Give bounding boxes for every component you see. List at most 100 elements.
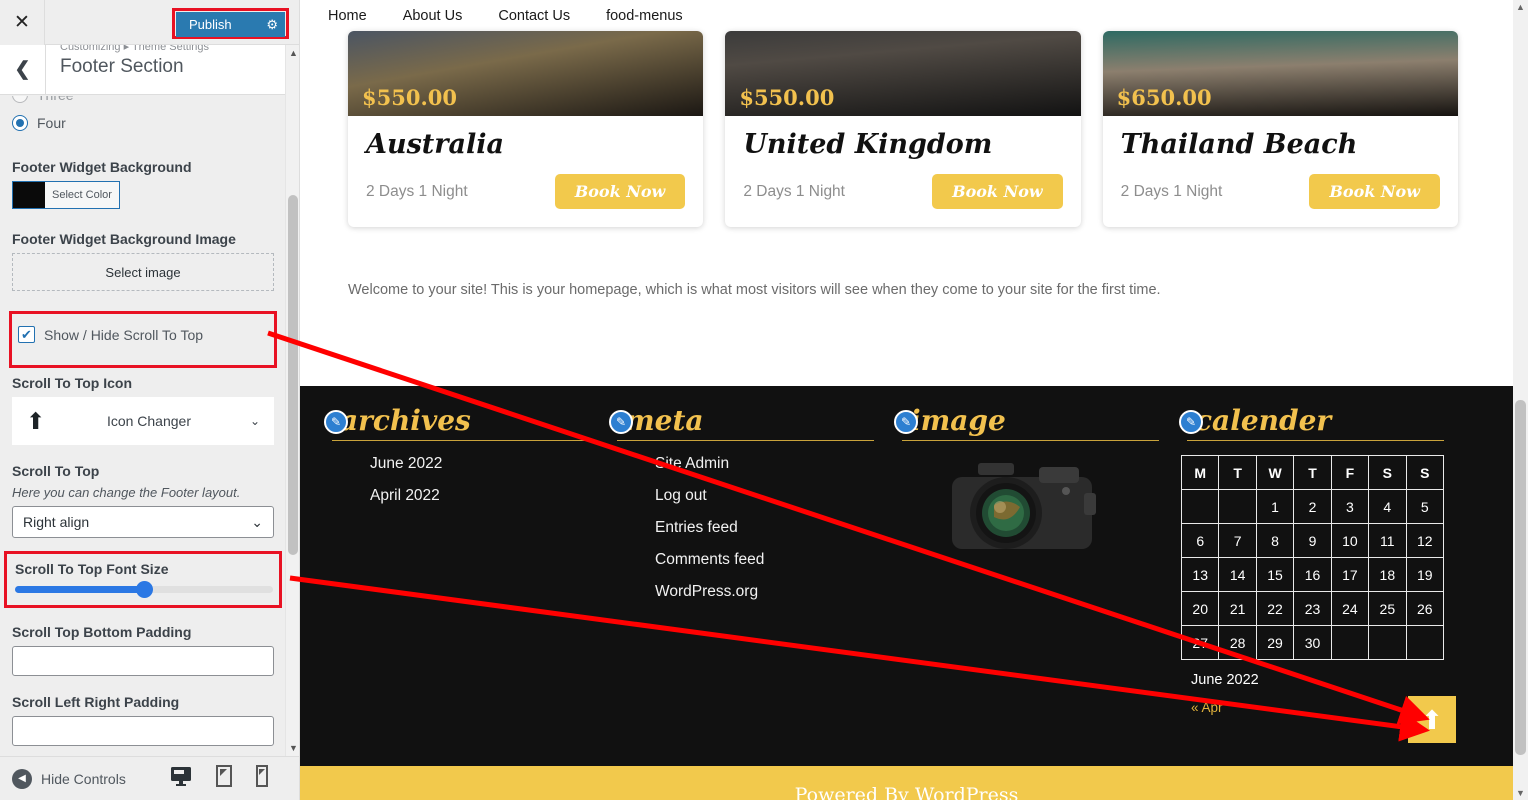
edit-pencil-icon[interactable]: ✎ <box>1179 410 1203 434</box>
radio-option-three[interactable]: Three <box>0 96 286 107</box>
calendar-day-cell: 23 <box>1293 591 1332 626</box>
card-image: $550.00 <box>348 31 704 116</box>
icon-changer-button[interactable]: ⬆ Icon Changer ⌄ <box>12 397 274 445</box>
nav-item-about-us[interactable]: About Us <box>385 8 481 24</box>
mobile-icon[interactable] <box>255 765 268 792</box>
footer-widget-background-control: Footer Widget Background Select Color <box>0 159 286 209</box>
list-item[interactable]: April 2022 <box>370 487 589 505</box>
calendar-day-cell <box>1405 625 1445 660</box>
scrollbar-thumb[interactable] <box>288 195 298 555</box>
scroll-down-arrow-icon[interactable]: ▼ <box>289 743 298 753</box>
scroll-to-top-button[interactable]: ⬆ <box>1408 696 1456 743</box>
nav-item-contact-us[interactable]: Contact Us <box>480 8 588 24</box>
package-card[interactable]: $550.00 Australia 2 Days 1 Night Book No… <box>348 31 704 227</box>
breadcrumb: Customizing ▸ Theme Settings <box>60 45 209 53</box>
book-now-button[interactable]: Book Now <box>932 174 1063 209</box>
show-hide-scroll-to-top-control[interactable]: ✔ Show / Hide Scroll To Top <box>18 326 268 343</box>
select-image-button[interactable]: Select image <box>12 253 274 291</box>
calendar-day-cell: 20 <box>1180 591 1220 626</box>
site-preview: Home About Us Contact Us food-menus $550… <box>300 0 1528 800</box>
card-duration: 2 Days 1 Night <box>1120 182 1223 200</box>
calendar-day-cell <box>1180 489 1220 524</box>
calendar-day-cell: 21 <box>1218 591 1257 626</box>
camera-image <box>894 455 1159 570</box>
scroll-down-arrow-icon[interactable]: ▼ <box>1516 788 1525 798</box>
gear-icon[interactable]: ⚙ <box>266 17 278 33</box>
widget-title: calender <box>1195 404 1332 437</box>
footer-widget-background-image-label: Footer Widget Background Image <box>12 231 236 247</box>
scroll-top-bottom-padding-input[interactable] <box>12 646 274 676</box>
edit-pencil-icon[interactable]: ✎ <box>609 410 633 434</box>
list-item[interactable]: Site Admin <box>655 455 874 473</box>
list-item[interactable]: Entries feed <box>655 519 874 537</box>
calendar-prev-link[interactable]: « Apr <box>1181 688 1444 715</box>
scroll-to-top-align-select[interactable]: Right align ⌄ <box>12 506 274 538</box>
select-color-button[interactable]: Select Color <box>12 181 120 209</box>
calendar-day-cell: 28 <box>1218 625 1257 660</box>
radio-option-four[interactable]: Four <box>0 111 286 135</box>
publish-button[interactable]: Publish ⚙ <box>176 12 285 37</box>
scroll-left-right-padding-input[interactable] <box>12 716 274 746</box>
calendar-day-cell: 9 <box>1293 523 1332 558</box>
calendar-day-cell: 3 <box>1330 489 1370 524</box>
calendar-day-cell: 14 <box>1218 557 1257 592</box>
card-price: $650.00 <box>1116 85 1212 110</box>
meta-list: Site Admin Log out Entries feed Comments… <box>609 455 874 601</box>
calendar-day-cell: 5 <box>1405 489 1445 524</box>
calendar-day-cell: 15 <box>1255 557 1295 592</box>
edit-pencil-icon[interactable]: ✎ <box>894 410 918 434</box>
arrow-up-icon: ⬆ <box>26 407 46 434</box>
calendar-day-cell: 26 <box>1405 591 1445 626</box>
calendar-week-row: 6 7 8 9 10 11 12 <box>1180 523 1445 558</box>
calendar-day-cell: 22 <box>1255 591 1295 626</box>
slider-thumb[interactable] <box>136 581 153 598</box>
hide-controls-button[interactable]: ◀ Hide Controls <box>0 768 126 789</box>
tablet-icon[interactable] <box>215 765 232 792</box>
customizer-sidebar: ✕ Publish ⚙ ❮ Customizing ▸ Theme Settin… <box>0 0 300 800</box>
card-duration: 2 Days 1 Night <box>743 182 845 200</box>
list-item[interactable]: WordPress.org <box>655 583 874 601</box>
widget-title: image <box>910 404 1006 437</box>
scrollbar-thumb[interactable] <box>1515 400 1526 755</box>
scroll-to-top-label: Scroll To Top <box>12 463 100 479</box>
nav-item-home[interactable]: Home <box>310 8 385 24</box>
card-image: $650.00 <box>1102 31 1458 116</box>
list-item[interactable]: Log out <box>655 487 874 505</box>
calendar-day-cell: 1 <box>1255 489 1295 524</box>
edit-pencil-icon[interactable]: ✎ <box>324 410 348 434</box>
book-now-button[interactable]: Book Now <box>554 174 686 209</box>
calendar-week-row: 13 14 15 16 17 18 19 <box>1180 557 1445 592</box>
nav-item-food-menus[interactable]: food-menus <box>588 8 701 24</box>
customizer-footer: ◀ Hide Controls <box>0 756 299 800</box>
list-item[interactable]: June 2022 <box>370 455 589 473</box>
screen: ✕ Publish ⚙ ❮ Customizing ▸ Theme Settin… <box>0 0 1528 800</box>
scroll-up-arrow-icon[interactable]: ▲ <box>1516 2 1525 12</box>
chevron-down-icon: ⌄ <box>249 414 260 428</box>
list-item[interactable]: Comments feed <box>655 551 874 569</box>
show-hide-scroll-to-top-label: Show / Hide Scroll To Top <box>44 326 204 343</box>
scroll-left-right-padding-control: Scroll Left Right Padding <box>0 694 286 746</box>
calendar-header-cell: F <box>1330 455 1370 490</box>
package-card[interactable]: $550.00 United Kingdom 2 Days 1 Night Bo… <box>725 31 1081 227</box>
collapse-icon: ◀ <box>12 768 32 789</box>
calendar-day-cell: 13 <box>1180 557 1220 592</box>
customizer-scrollbar[interactable]: ▲ ▼ <box>285 45 299 756</box>
calendar-day-cell: 11 <box>1368 523 1407 558</box>
color-swatch <box>13 182 45 208</box>
checkbox-icon[interactable]: ✔ <box>18 326 35 343</box>
scroll-to-top-font-size-slider[interactable] <box>15 581 273 598</box>
back-button[interactable]: ❮ <box>0 45 46 94</box>
book-now-button[interactable]: Book Now <box>1309 174 1440 209</box>
calendar-caption: June 2022 <box>1191 672 1259 688</box>
icon-changer-label: Icon Changer <box>106 413 191 429</box>
preview-scrollbar[interactable]: ▲ ▼ <box>1513 0 1528 800</box>
package-card[interactable]: $650.00 Thailand Beach 2 Days 1 Night Bo… <box>1102 31 1458 227</box>
close-customizer-button[interactable]: ✕ <box>0 0 45 45</box>
widget-title: meta <box>625 404 704 437</box>
footer-widget-archives: ✎ archives June 2022 April 2022 <box>324 404 609 715</box>
welcome-text: Welcome to your site! This is your homep… <box>348 282 1161 298</box>
desktop-icon[interactable] <box>170 766 192 791</box>
calendar-day-cell: 29 <box>1255 625 1295 660</box>
footer-widget-image: ✎ image <box>894 404 1179 715</box>
scroll-up-arrow-icon[interactable]: ▲ <box>289 48 298 58</box>
